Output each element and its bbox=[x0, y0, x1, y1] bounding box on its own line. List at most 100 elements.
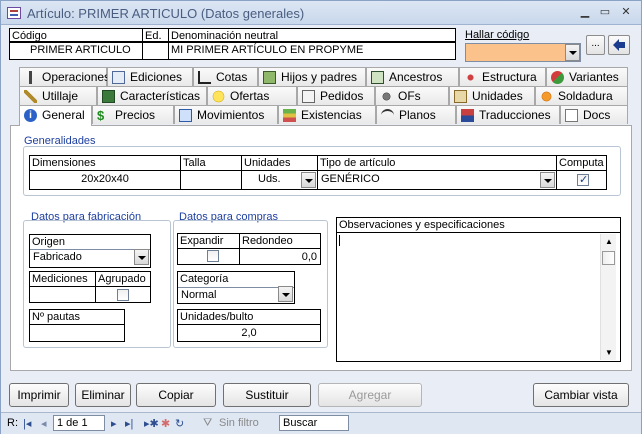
tab-movimientos[interactable]: Movimientos bbox=[174, 105, 278, 124]
close-icon[interactable]: ✕ bbox=[618, 5, 634, 19]
tipo-articulo-field[interactable]: Tipo de artículo GENÉRICO bbox=[317, 155, 557, 190]
refresh-icon[interactable]: ↻ bbox=[175, 417, 184, 430]
last-record-icon[interactable]: ▸| bbox=[125, 417, 133, 430]
tab-traducciones[interactable]: Traducciones bbox=[456, 105, 560, 124]
sustituir-articulo-button[interactable]: Sustituir artículo bbox=[223, 383, 311, 424]
scroll-thumb[interactable] bbox=[602, 251, 615, 265]
eliminar-button[interactable]: Eliminar bbox=[75, 383, 131, 407]
denominacion-field[interactable]: MI PRIMER ARTÍCULO EN PROPYME bbox=[168, 42, 456, 60]
codigo-field[interactable]: PRIMER ARTICULO bbox=[9, 42, 143, 60]
hierarchy-icon bbox=[263, 71, 276, 84]
unidades-bulto-field[interactable]: Unidades/bulto 2,0 bbox=[177, 309, 321, 342]
observaciones-label: Observaciones y especificaciones bbox=[337, 218, 620, 233]
filter-label[interactable]: Sin filtro bbox=[219, 417, 259, 429]
more-button[interactable]: ... bbox=[586, 35, 605, 55]
record-label: R: bbox=[7, 417, 18, 429]
origen-dropdown-icon[interactable] bbox=[134, 249, 149, 265]
record-counter[interactable]: 1 de 1 bbox=[53, 415, 105, 431]
tipo-articulo-value: GENÉRICO bbox=[321, 173, 380, 185]
tab-unidades[interactable]: Unidades bbox=[449, 86, 535, 105]
observaciones-scrollbar[interactable]: ▲ ▼ bbox=[600, 234, 616, 360]
tab-utillaje[interactable]: Utillaje bbox=[19, 86, 97, 105]
pedidos-icon bbox=[302, 90, 315, 103]
tab-ediciones[interactable]: Ediciones bbox=[107, 67, 193, 86]
tools-icon bbox=[24, 90, 37, 103]
next-record-icon[interactable]: ▸ bbox=[111, 417, 117, 430]
mediciones-field[interactable]: Mediciones bbox=[29, 271, 96, 303]
new-record-icon[interactable]: ▸✱ bbox=[144, 417, 159, 430]
tab-soldadura[interactable]: Soldadura bbox=[535, 86, 628, 105]
tab-hijos-padres[interactable]: Hijos y padres bbox=[258, 67, 366, 86]
imprimir-button[interactable]: Imprimir bbox=[9, 383, 69, 407]
back-arrow-button[interactable] bbox=[608, 35, 630, 55]
variantes-icon bbox=[551, 71, 564, 84]
unidades-bulto-value: 2,0 bbox=[241, 327, 257, 339]
talla-label: Talla bbox=[181, 156, 241, 171]
expandir-checkbox[interactable] bbox=[207, 250, 219, 262]
cambiar-vista-button[interactable]: Cambiar vista bbox=[533, 383, 629, 407]
tab-estructura[interactable]: Estructura bbox=[459, 67, 546, 86]
observaciones-field[interactable]: Observaciones y especificaciones bbox=[336, 217, 621, 362]
origen-value: Fabricado bbox=[30, 249, 150, 267]
origen-field[interactable]: Origen Fabricado bbox=[29, 234, 151, 268]
tab-precios[interactable]: $ Precios bbox=[92, 105, 174, 124]
scroll-up-icon[interactable]: ▲ bbox=[605, 237, 613, 246]
gears-icon bbox=[380, 90, 393, 103]
existencias-icon bbox=[283, 109, 296, 122]
categoria-value: Normal bbox=[178, 287, 294, 303]
tab-general[interactable]: i General bbox=[19, 105, 92, 126]
tab-docs[interactable]: Docs bbox=[560, 105, 628, 124]
hallar-dropdown-icon[interactable] bbox=[565, 44, 580, 61]
document-icon bbox=[565, 109, 578, 122]
soldadura-icon bbox=[540, 90, 553, 103]
tab-ancestros[interactable]: Ancestros bbox=[366, 67, 459, 86]
maximize-icon[interactable]: ▭ bbox=[597, 5, 613, 19]
first-record-icon[interactable]: |◂ bbox=[23, 417, 31, 430]
search-input[interactable]: Buscar bbox=[279, 415, 349, 431]
info-icon: i bbox=[24, 109, 37, 122]
tab-pedidos[interactable]: Pedidos bbox=[297, 86, 375, 105]
filter-icon[interactable]: ⛛ bbox=[203, 417, 212, 430]
categoria-dropdown-icon[interactable] bbox=[278, 286, 293, 302]
ed-field[interactable] bbox=[142, 42, 169, 60]
unidades-dropdown-icon[interactable] bbox=[301, 172, 316, 188]
tab-caracteristicas[interactable]: Características bbox=[97, 86, 207, 105]
delete-record-icon[interactable]: ✱ bbox=[161, 417, 170, 430]
tab-operaciones[interactable]: Operaciones bbox=[19, 67, 110, 86]
tab-variantes[interactable]: Variantes bbox=[546, 67, 628, 86]
agrupado-checkbox[interactable] bbox=[117, 289, 129, 301]
redondeo-field[interactable]: Redondeo 0,0 bbox=[239, 233, 321, 265]
unidades-label: Unidades bbox=[242, 156, 317, 171]
agregar-documento-button[interactable]: Agregar documento bbox=[318, 383, 422, 424]
computa-label: Computa bbox=[557, 156, 606, 171]
ediciones-icon bbox=[112, 71, 125, 84]
tab-existencias[interactable]: Existencias bbox=[278, 105, 376, 124]
origen-label: Origen bbox=[32, 236, 66, 248]
book-icon bbox=[102, 90, 115, 103]
window-title: Artículo: PRIMER ARTICULO (Datos general… bbox=[27, 6, 305, 21]
computa-checkbox[interactable] bbox=[577, 173, 589, 186]
minimize-icon[interactable]: ▁ bbox=[577, 5, 593, 19]
tipo-articulo-dropdown-icon[interactable] bbox=[540, 172, 555, 188]
back-arrow-icon bbox=[613, 39, 625, 51]
tab-cotas[interactable]: Cotas bbox=[193, 67, 258, 86]
general-panel: Generalidades Dimensiones 20x20x40 Talla… bbox=[10, 125, 632, 371]
tab-ofs[interactable]: OFs bbox=[375, 86, 449, 105]
tree-icon bbox=[371, 71, 384, 84]
ed-label: Ed. bbox=[142, 28, 169, 42]
mediciones-label: Mediciones bbox=[30, 272, 95, 287]
tab-ofertas[interactable]: Ofertas bbox=[207, 86, 297, 105]
pautas-label: Nº pautas bbox=[30, 310, 124, 325]
talla-field[interactable]: Talla bbox=[180, 155, 242, 190]
prev-record-icon[interactable]: ◂ bbox=[41, 417, 47, 430]
movimientos-icon bbox=[179, 109, 192, 122]
hallar-codigo-input[interactable] bbox=[465, 43, 581, 62]
scroll-down-icon[interactable]: ▼ bbox=[605, 348, 613, 357]
redondeo-label: Redondeo bbox=[240, 234, 320, 249]
copiar-articulo-button[interactable]: Copiar artículo bbox=[136, 383, 216, 424]
unidades-bulto-label: Unidades/bulto bbox=[178, 310, 320, 325]
operaciones-icon bbox=[24, 71, 37, 84]
tab-planos[interactable]: Planos bbox=[376, 105, 456, 124]
pautas-field[interactable]: Nº pautas bbox=[29, 309, 125, 342]
dimensiones-field[interactable]: Dimensiones 20x20x40 bbox=[29, 155, 181, 190]
